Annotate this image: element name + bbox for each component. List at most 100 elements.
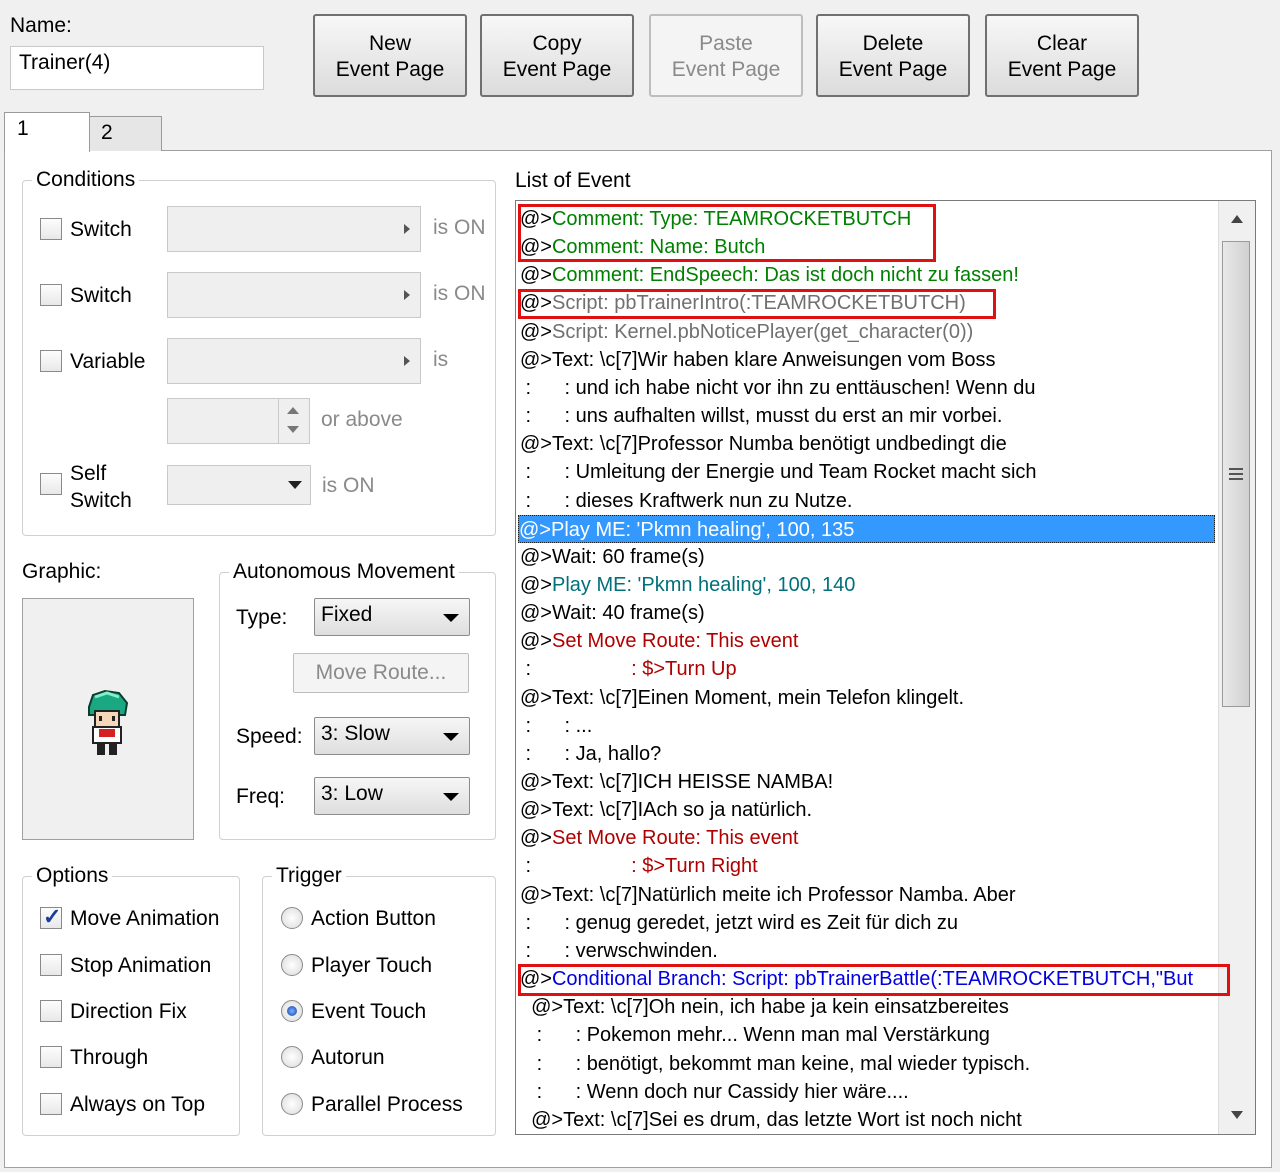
event-command-row[interactable]: @>Play ME: 'Pkmn healing', 100, 140 [520, 571, 855, 599]
event-command-row[interactable]: @>Set Move Route: This event [520, 824, 798, 852]
type-select[interactable]: Fixed [314, 598, 470, 636]
event-command-prefix: : [520, 1080, 543, 1103]
conditions-title: Conditions [32, 168, 140, 192]
stepper-down-icon[interactable] [287, 426, 299, 433]
paste-event-page-button[interactable]: Paste Event Page [649, 14, 803, 97]
move-animation-checkbox[interactable] [40, 904, 62, 930]
scroll-down-icon[interactable] [1231, 1111, 1243, 1119]
graphic-label: Graphic: [22, 560, 102, 583]
variable-checkbox[interactable] [40, 350, 62, 372]
event-command-row[interactable]: @>Wait: 60 frame(s) [520, 543, 705, 571]
event-command-row[interactable]: @>Wait: 40 frame(s) [520, 599, 705, 627]
scroll-up-icon[interactable] [1231, 215, 1243, 223]
event-command-row[interactable]: @>Text: \c[7]Einen Moment, mein Telefon … [520, 684, 964, 712]
player-touch-radio[interactable] [281, 954, 303, 976]
switch1-checkbox[interactable] [40, 218, 62, 240]
event-command-prefix: : [520, 742, 532, 765]
self-switch-select[interactable] [167, 465, 311, 505]
event-command-row[interactable]: : : $>Turn Right [520, 852, 758, 880]
stepper-up-icon[interactable] [287, 407, 299, 414]
event-command-text: Play ME: 'Pkmn healing', 100, 140 [551, 573, 856, 596]
event-command-row[interactable]: @>Comment: EndSpeech: Das ist doch nicht… [520, 261, 1019, 289]
self-switch-checkbox[interactable] [40, 473, 62, 495]
freq-select[interactable]: 3: Low [314, 777, 470, 815]
event-command-row[interactable]: @>Text: \c[7]Oh nein, ich habe ja kein e… [520, 993, 1009, 1021]
event-command-row[interactable]: @>Text: \c[7]ICH HEISSE NAMBA! [520, 768, 833, 796]
switch1-select[interactable] [167, 206, 421, 252]
event-command-row[interactable]: : : Wenn doch nur Cassidy hier wäre.... [520, 1078, 909, 1106]
event-command-row[interactable]: @>Play ME: 'Pkmn healing', 100, 135 [518, 514, 1215, 543]
event-touch-label: Event Touch [311, 1000, 427, 1023]
copy-event-page-button[interactable]: Copy Event Page [480, 14, 634, 97]
variable-value-stepper[interactable] [167, 398, 310, 444]
event-command-row[interactable]: : : uns aufhalten willst, musst du erst … [520, 402, 1003, 430]
autorun-radio[interactable] [281, 1046, 303, 1068]
event-command-row[interactable]: : : verwschwinden. [520, 937, 718, 965]
chevron-down-icon [443, 733, 459, 741]
event-command-row[interactable]: @>Script: Kernel.pbNoticePlayer(get_char… [520, 318, 973, 346]
autorun-label: Autorun [311, 1046, 385, 1069]
event-command-prefix: @> [520, 883, 552, 906]
event-list-title: List of Event [515, 169, 631, 192]
move-route-button[interactable]: Move Route... [293, 653, 469, 693]
event-command-row[interactable]: : : dieses Kraftwerk nun zu Nutze. [520, 487, 853, 515]
event-command-row[interactable]: @>Text: \c[7]Sei es drum, das letzte Wor… [520, 1106, 1022, 1134]
event-command-row[interactable]: : : benötigt, bekommt man keine, mal wie… [520, 1050, 1031, 1078]
event-command-text: Text: \c[7]Sei es drum, das letzte Wort … [563, 1108, 1022, 1131]
type-label: Type: [236, 606, 288, 629]
event-command-row[interactable]: @>Text: \c[7]Wir haben klare Anweisungen… [520, 346, 996, 374]
event-command-row[interactable]: @>Text: \c[7]Professor Numba benötigt un… [520, 430, 1007, 458]
event-command-row[interactable]: : : genug geredet, jetzt wird es Zeit fü… [520, 909, 958, 937]
event-command-row[interactable]: : : Umleitung der Energie und Team Rocke… [520, 458, 1037, 486]
speed-select[interactable]: 3: Slow [314, 717, 470, 755]
event-command-text: Text: \c[7]Natürlich meite ich Professor… [551, 883, 1016, 906]
event-command-row[interactable]: @>Set Move Route: This event [520, 627, 798, 655]
event-command-text: Text: \c[7]IAch so ja natürlich. [551, 799, 813, 822]
parallel-process-radio[interactable] [281, 1093, 303, 1115]
chevron-down-icon [288, 481, 302, 489]
switch2-select[interactable] [167, 272, 421, 318]
event-command-text: : verwschwinden. [531, 939, 718, 962]
button-label-line2: Event Page [1007, 58, 1117, 81]
tab-page-1[interactable]: 1 [4, 112, 90, 152]
event-command-row[interactable]: @>Text: \c[7]Natürlich meite ich Profess… [520, 881, 1016, 909]
action-button-radio[interactable] [281, 907, 303, 929]
button-label-line2: Event Page [502, 58, 612, 81]
event-command-prefix: : [520, 855, 532, 878]
event-command-prefix: @> [520, 545, 552, 568]
event-command-prefix: : [520, 405, 532, 428]
stop-animation-checkbox[interactable] [40, 954, 62, 976]
name-input[interactable]: Trainer(4) [10, 46, 264, 90]
action-button-label: Action Button [311, 907, 436, 930]
tab-page-2[interactable]: 2 [88, 116, 162, 151]
self-switch-label-line1: Self [70, 462, 107, 485]
new-event-page-button[interactable]: New Event Page [313, 14, 467, 97]
always-on-top-label: Always on Top [70, 1093, 206, 1116]
through-checkbox[interactable] [40, 1046, 62, 1068]
event-command-prefix: @> [520, 630, 552, 653]
graphic-preview[interactable] [22, 598, 194, 840]
variable-label: Variable [70, 350, 146, 373]
clear-event-page-button[interactable]: Clear Event Page [985, 14, 1139, 97]
scrollbar-thumb[interactable] [1222, 241, 1250, 707]
event-command-row[interactable]: : : Pokemon mehr... Wenn man mal Verstär… [520, 1021, 990, 1049]
always-on-top-checkbox[interactable] [40, 1093, 62, 1115]
event-command-prefix: @> [520, 573, 552, 596]
button-label-line1: New [368, 32, 411, 55]
event-command-text: Text: \c[7]Oh nein, ich habe ja kein ein… [563, 996, 1009, 1019]
button-label-line1: Delete [862, 32, 924, 55]
event-touch-radio[interactable] [281, 1000, 303, 1022]
switch2-checkbox[interactable] [40, 284, 62, 306]
delete-event-page-button[interactable]: Delete Event Page [816, 14, 970, 97]
event-command-prefix: @> [520, 1108, 564, 1131]
event-command-row[interactable]: @>Text: \c[7]IAch so ja natürlich. [520, 796, 812, 824]
event-command-row[interactable]: : : $>Turn Up [520, 655, 737, 683]
variable-select[interactable] [167, 338, 421, 384]
event-command-prefix: : [520, 376, 532, 399]
event-command-row[interactable]: : : und ich habe nicht vor ihn zu enttäu… [520, 374, 1036, 402]
stepper-buttons[interactable] [278, 399, 309, 443]
event-command-row[interactable]: : : Ja, hallo? [520, 740, 662, 768]
direction-fix-checkbox[interactable] [40, 1000, 62, 1022]
event-command-list[interactable]: @>Comment: Type: TEAMROCKETBUTCH @>Commen… [515, 200, 1256, 1135]
event-command-row[interactable]: : : ... [520, 712, 593, 740]
